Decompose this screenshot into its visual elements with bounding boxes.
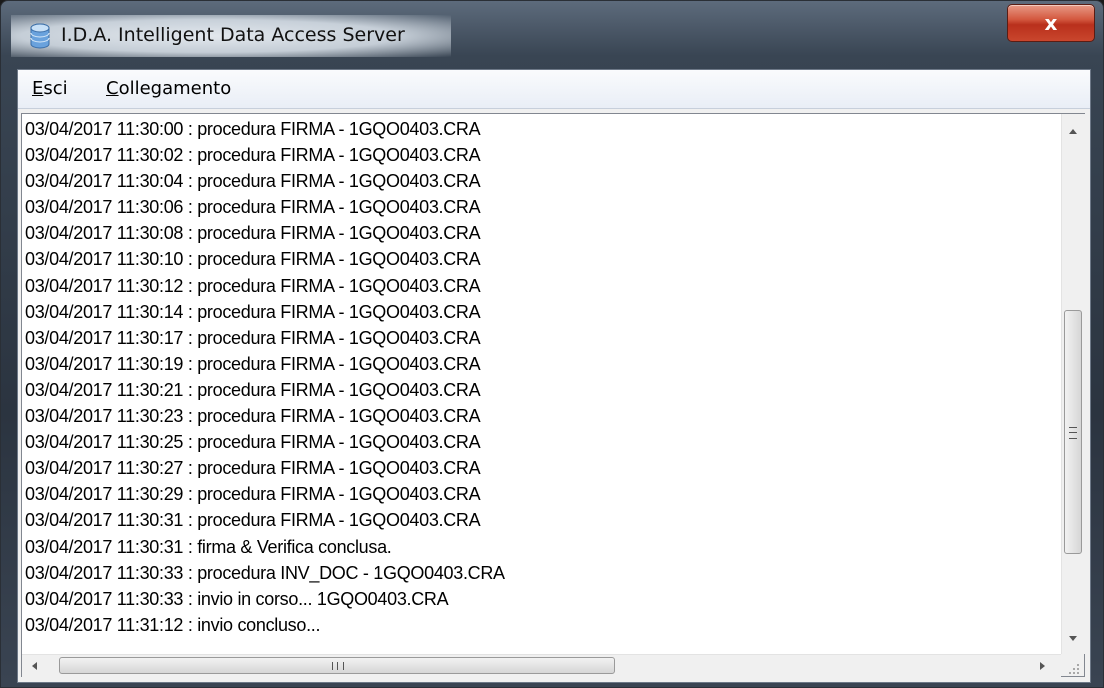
log-line[interactable]: 03/04/2017 11:30:25 : procedura FIRMA - … <box>25 429 1043 455</box>
log-line[interactable]: 03/04/2017 11:30:31 : firma & Verifica c… <box>25 534 1043 560</box>
size-grip-dot <box>1073 672 1075 674</box>
menu-esci-label: sci <box>43 78 68 99</box>
title-bar[interactable]: I.D.A. Intelligent Data Access Server x <box>1 1 1103 65</box>
size-grip-dot <box>1077 664 1079 666</box>
log-line[interactable]: 03/04/2017 11:30:21 : procedura FIRMA - … <box>25 377 1043 403</box>
log-line[interactable]: 03/04/2017 11:30:23 : procedura FIRMA - … <box>25 403 1043 429</box>
size-grip-dot <box>1077 668 1079 670</box>
log-line[interactable]: 03/04/2017 11:30:27 : procedura FIRMA - … <box>25 455 1043 481</box>
arrow-right-icon[interactable] <box>1040 662 1045 670</box>
log-line[interactable]: 03/04/2017 11:30:19 : procedura FIRMA - … <box>25 351 1043 377</box>
size-grip-dot <box>1073 668 1075 670</box>
client-area: Esci Collegamento 03/04/2017 11:30:00 : … <box>17 69 1091 683</box>
database-icon <box>30 23 50 49</box>
arrow-down-icon[interactable] <box>1069 636 1077 641</box>
log-line[interactable]: 03/04/2017 11:30:10 : procedura FIRMA - … <box>25 246 1043 272</box>
log-line[interactable]: 03/04/2017 11:30:29 : procedura FIRMA - … <box>25 481 1043 507</box>
close-icon: x <box>1044 11 1058 35</box>
size-grip[interactable] <box>1061 654 1084 676</box>
log-line[interactable]: 03/04/2017 11:30:00 : procedura FIRMA - … <box>25 116 1043 142</box>
log-line[interactable]: 03/04/2017 11:30:33 : invio in corso... … <box>25 586 1043 612</box>
vertical-scroll-thumb[interactable] <box>1064 310 1082 554</box>
log-lines: 03/04/2017 11:30:00 : procedura FIRMA - … <box>25 116 1043 646</box>
size-grip-dot <box>1077 672 1079 674</box>
size-grip-dot <box>1069 672 1071 674</box>
log-line[interactable]: 03/04/2017 11:30:17 : procedura FIRMA - … <box>25 325 1043 351</box>
grip-icon <box>332 662 344 670</box>
log-line[interactable]: 03/04/2017 11:30:02 : procedura FIRMA - … <box>25 142 1043 168</box>
horizontal-scroll-thumb[interactable] <box>59 657 615 674</box>
log-line[interactable]: 03/04/2017 11:30:33 : procedura INV_DOC … <box>25 560 1043 586</box>
close-button[interactable]: x <box>1007 4 1095 42</box>
menu-esci-accel: E <box>32 78 44 99</box>
app-window: I.D.A. Intelligent Data Access Server x … <box>0 0 1104 688</box>
log-line[interactable]: 03/04/2017 11:30:12 : procedura FIRMA - … <box>25 273 1043 299</box>
horizontal-scrollbar[interactable] <box>22 654 1061 677</box>
menu-bar: Esci Collegamento <box>18 70 1090 109</box>
menu-collegamento-label: ollegamento <box>118 78 232 99</box>
arrow-left-icon[interactable] <box>32 662 37 670</box>
log-line[interactable]: 03/04/2017 11:30:06 : procedura FIRMA - … <box>25 194 1043 220</box>
grip-icon <box>1069 427 1077 439</box>
log-line[interactable]: 03/04/2017 11:30:08 : procedura FIRMA - … <box>25 220 1043 246</box>
arrow-up-icon[interactable] <box>1069 129 1077 134</box>
log-line[interactable]: 03/04/2017 11:31:12 : invio concluso... <box>25 612 1043 638</box>
log-line[interactable]: 03/04/2017 11:30:14 : procedura FIRMA - … <box>25 299 1043 325</box>
window-title: I.D.A. Intelligent Data Access Server <box>61 24 405 46</box>
log-line[interactable]: 03/04/2017 11:30:04 : procedura FIRMA - … <box>25 168 1043 194</box>
vertical-scrollbar[interactable] <box>1061 114 1085 654</box>
menu-esci[interactable]: Esci <box>32 78 68 99</box>
menu-collegamento[interactable]: Collegamento <box>106 78 231 99</box>
menu-collegamento-accel: C <box>106 78 119 99</box>
log-listbox[interactable]: 03/04/2017 11:30:00 : procedura FIRMA - … <box>21 113 1085 677</box>
log-line[interactable]: 03/04/2017 11:30:31 : procedura FIRMA - … <box>25 507 1043 533</box>
